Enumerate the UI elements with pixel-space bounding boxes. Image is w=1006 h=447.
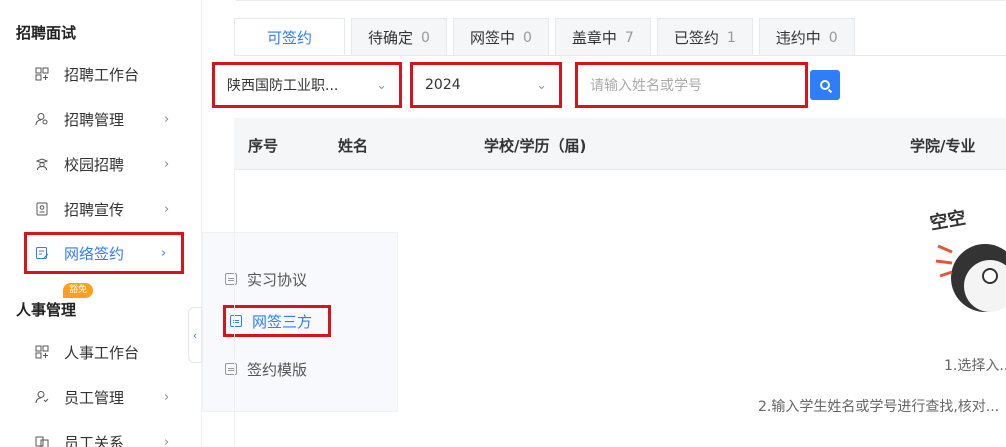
- chevron-right-icon: ›: [164, 111, 170, 127]
- empty-illustration-text: 空空: [930, 206, 967, 234]
- tab-count: 7: [624, 29, 634, 46]
- tab-label: 盖章中: [571, 29, 617, 47]
- search-icon: [820, 80, 830, 90]
- tab-breach[interactable]: 违约中 0: [758, 18, 855, 56]
- empty-hint-line-2: 2.输入学生姓名或学号进行查找,核对...: [758, 399, 1000, 415]
- divider: [236, 0, 1006, 1]
- exempt-badge: 豁免: [63, 283, 94, 298]
- tab-label: 待确定: [368, 29, 414, 47]
- empty-state-illustration: 空空: [928, 206, 1006, 316]
- sidebar-item-label: 招聘宣传: [64, 200, 125, 219]
- search-placeholder: 请输入姓名或学号: [590, 78, 702, 94]
- table-header: 序号 姓名 学校/学历（届) 学院/专业: [234, 118, 1006, 170]
- section-title-hr: 人事管理: [16, 301, 77, 319]
- empty-hint-line-1: 1.选择入...: [944, 358, 1006, 374]
- app-root: 招聘面试 招聘工作台 招聘管理 › 校园招聘 › 招聘宣传 › 网络签约 › 豁…: [0, 0, 1006, 447]
- search-button[interactable]: [810, 70, 840, 100]
- tab-count: 0: [522, 29, 532, 46]
- edit-doc-icon: [34, 245, 50, 261]
- sidebar-item-label: 网络签约: [64, 244, 125, 263]
- poster-icon: [34, 201, 50, 217]
- sidebar-item-campus-recruit[interactable]: 校园招聘 ›: [24, 146, 184, 182]
- column-header-index: 序号: [248, 137, 279, 155]
- sidebar-item-recruit-workbench[interactable]: 招聘工作台: [24, 56, 184, 92]
- relation-icon: [34, 434, 50, 447]
- chevron-left-icon: ‹: [192, 328, 198, 342]
- sidebar-item-label: 校园招聘: [64, 155, 125, 174]
- tab-label: 可签约: [267, 29, 313, 47]
- campus-user-icon: [34, 156, 50, 172]
- tab-signable[interactable]: 可签约: [234, 18, 346, 56]
- tab-signing[interactable]: 网签中 0: [452, 18, 549, 56]
- tab-label: 违约中: [775, 29, 821, 47]
- chevron-right-icon: ›: [164, 434, 170, 447]
- sidebar-item-recruit-promo[interactable]: 招聘宣传 ›: [24, 191, 184, 227]
- column-header-college: 学院/专业: [910, 137, 976, 155]
- sidebar: 招聘面试 招聘工作台 招聘管理 › 校园招聘 › 招聘宣传 › 网络签约 › 豁…: [0, 0, 202, 447]
- year-select-value: 2024: [425, 77, 461, 93]
- sidebar-item-online-signing[interactable]: 网络签约 ›: [24, 232, 184, 274]
- tab-signed[interactable]: 已签约 1: [656, 18, 753, 56]
- tab-count: 0: [421, 29, 430, 46]
- sidebar-item-employee-relation[interactable]: 员工关系 ›: [24, 424, 184, 447]
- sidebar-item-hr-workbench[interactable]: 人事工作台: [24, 334, 184, 370]
- sidebar-item-label: 人事工作台: [64, 343, 140, 362]
- tab-label: 网签中: [469, 29, 515, 47]
- tab-pending[interactable]: 待确定 0: [351, 18, 447, 56]
- column-header-name: 姓名: [338, 137, 369, 155]
- sidebar-item-label: 员工关系: [64, 433, 125, 447]
- section-title-recruit: 招聘面试: [16, 24, 77, 42]
- user-search-icon: [34, 111, 50, 127]
- search-input[interactable]: 请输入姓名或学号: [575, 62, 808, 108]
- chevron-right-icon: ›: [164, 201, 170, 217]
- school-select[interactable]: 陕西国防工业职... ⌄: [212, 62, 402, 108]
- tab-count: 0: [828, 29, 838, 46]
- year-select[interactable]: 2024 ⌄: [410, 62, 562, 108]
- divider: [234, 55, 1006, 56]
- chevron-right-icon: ›: [164, 389, 170, 405]
- sidebar-collapse-handle[interactable]: ‹: [188, 307, 202, 363]
- chevron-down-icon: ⌄: [376, 77, 387, 93]
- school-select-value: 陕西国防工业职...: [227, 78, 339, 94]
- sidebar-item-recruit-manage[interactable]: 招聘管理 ›: [24, 101, 184, 137]
- grid-icon: [34, 66, 50, 82]
- column-header-school: 学校/学历（届): [484, 137, 587, 155]
- status-tabs: 可签约 待确定 0 网签中 0 盖章中 7 已签约 1 违约中 0: [234, 18, 861, 56]
- chevron-right-icon: ›: [161, 245, 167, 261]
- tab-count: 1: [726, 29, 736, 46]
- sidebar-item-label: 员工管理: [64, 388, 125, 407]
- tab-stamping[interactable]: 盖章中 7: [554, 18, 651, 56]
- tab-label: 已签约: [673, 29, 719, 47]
- chevron-down-icon: ⌄: [536, 77, 547, 93]
- sidebar-item-label: 招聘管理: [64, 110, 125, 129]
- chevron-right-icon: ›: [164, 156, 170, 172]
- sidebar-item-label: 招聘工作台: [64, 65, 140, 84]
- user-manage-icon: [34, 389, 50, 405]
- sidebar-item-employee-manage[interactable]: 员工管理 ›: [24, 379, 184, 415]
- grid-icon: [34, 344, 50, 360]
